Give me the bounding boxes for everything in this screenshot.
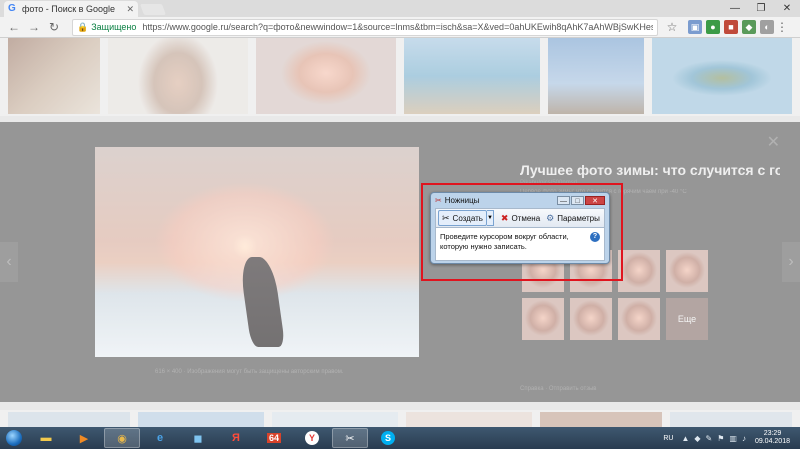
- taskbar-app-button[interactable]: ◼: [180, 428, 216, 448]
- windows-orb-icon: [6, 430, 22, 446]
- start-button[interactable]: [0, 427, 28, 449]
- snip-dim-overlay[interactable]: [0, 38, 800, 427]
- refresh-extension-icon[interactable]: ◐: [760, 20, 774, 34]
- close-window-icon[interactable]: ✕: [774, 0, 800, 16]
- minimize-icon[interactable]: —: [722, 0, 748, 16]
- url-text[interactable]: https://www.google.ru/search?q=фото&neww…: [142, 22, 653, 32]
- language-indicator[interactable]: RU: [663, 435, 673, 442]
- new-tab-button[interactable]: [139, 4, 167, 15]
- green-extension-icon[interactable]: ◆: [742, 20, 756, 34]
- snip-mode-dropdown-icon[interactable]: ▼: [486, 210, 494, 226]
- browser-toolbar: ← → ↻ 🔒 Защищено https://www.google.ru/s…: [0, 17, 800, 38]
- snip-maximize-icon[interactable]: □: [571, 195, 584, 205]
- internet-explorer-icon: e: [156, 432, 164, 444]
- help-icon[interactable]: ?: [590, 232, 600, 242]
- windows-taskbar: ▬ ▶ ◉ e ◼ Я 64 Y ✂ S RU ▲ ◆ ✎ ⚑ ▥ ♪ 23:2…: [0, 427, 800, 449]
- snipping-tool-instructions: Проведите курсором вокруг области, котор…: [435, 228, 605, 261]
- network-icon[interactable]: ▥: [729, 434, 737, 443]
- taskbar-yandex-button[interactable]: Я: [218, 428, 254, 448]
- action-center-flag-icon[interactable]: ⚑: [717, 434, 724, 443]
- taskbar-media-player-button[interactable]: ▶: [66, 428, 102, 448]
- tray-tool-icon[interactable]: ✎: [706, 434, 713, 443]
- chrome-icon: ◉: [117, 432, 127, 445]
- tray-app-icon[interactable]: ◆: [694, 434, 700, 443]
- options-button[interactable]: ⚙ Параметры: [543, 210, 603, 226]
- new-snip-label: Создать: [452, 213, 483, 223]
- menu-icon[interactable]: ⋮: [774, 20, 790, 34]
- cancel-label: Отмена: [511, 213, 541, 223]
- snipping-tool-toolbar: ✂ Создать ▼ ✖ Отмена ⚙ Параметры: [435, 208, 605, 228]
- forward-icon[interactable]: →: [26, 20, 42, 34]
- snipping-tool-window: ✂ Ножницы — □ ✕ ✂ Создать ▼ ✖ Отмена ⚙ П…: [430, 192, 610, 264]
- system-tray: RU ▲ ◆ ✎ ⚑ ▥ ♪ 23:29 09.04.2018: [663, 427, 800, 449]
- snip-close-icon[interactable]: ✕: [585, 195, 605, 205]
- taskbar-yandex-browser-button[interactable]: Y: [294, 428, 330, 448]
- snip-window-controls: — □ ✕: [557, 195, 605, 205]
- tray-expand-icon[interactable]: ▲: [681, 434, 689, 443]
- media-player-icon: ▶: [79, 432, 89, 445]
- options-label: Параметры: [557, 213, 600, 223]
- skype-icon: S: [381, 431, 395, 445]
- new-snip-button[interactable]: ✂ Создать: [438, 210, 487, 226]
- clock-date: 09.04.2018: [754, 438, 790, 445]
- browser-tabstrip: G фото - Поиск в Google ✕ — ❐ ✕: [0, 0, 800, 17]
- taskbar-ie-button[interactable]: e: [142, 428, 178, 448]
- taskbar-chrome-button[interactable]: ◉: [104, 428, 140, 448]
- taskbar-skype-button[interactable]: S: [370, 428, 406, 448]
- counter-app-icon: 64: [266, 433, 281, 443]
- instructions-line: Проведите курсором вокруг области,: [440, 232, 569, 241]
- gear-icon: ⚙: [546, 212, 555, 223]
- evernote-icon[interactable]: ●: [706, 20, 720, 34]
- cancel-button[interactable]: ✖ Отмена: [498, 210, 543, 226]
- new-snip-icon: ✂: [442, 212, 450, 223]
- instructions-line: которую нужно записать.: [440, 242, 527, 251]
- yandex-icon: Я: [232, 432, 240, 444]
- snip-minimize-icon[interactable]: —: [557, 195, 570, 205]
- address-bar[interactable]: 🔒 Защищено https://www.google.ru/search?…: [72, 18, 658, 36]
- system-clock[interactable]: 23:29 09.04.2018: [755, 430, 790, 446]
- scissors-icon: ✂: [345, 432, 355, 445]
- tab-close-icon[interactable]: ✕: [126, 4, 134, 15]
- blue-app-icon: ◼: [193, 432, 203, 445]
- yandex-browser-icon: Y: [305, 431, 319, 445]
- extension-icon[interactable]: ▣: [688, 20, 702, 34]
- pdf-icon[interactable]: ■: [724, 20, 738, 34]
- reload-icon[interactable]: ↻: [46, 20, 62, 34]
- folder-icon: ▬: [40, 432, 52, 444]
- google-favicon-icon: G: [8, 3, 16, 14]
- maximize-icon[interactable]: ❐: [748, 0, 774, 16]
- tab-title: фото - Поиск в Google: [22, 4, 115, 14]
- snipping-tool-title: Ножницы: [444, 195, 480, 205]
- lock-icon: 🔒: [77, 21, 89, 32]
- taskbar-snipping-tool-button[interactable]: ✂: [332, 428, 368, 448]
- browser-tab[interactable]: G фото - Поиск в Google ✕: [4, 1, 138, 17]
- taskbar-counter-button[interactable]: 64: [256, 428, 292, 448]
- window-controls: — ❐ ✕: [722, 0, 800, 16]
- taskbar-explorer-button[interactable]: ▬: [28, 428, 64, 448]
- star-icon[interactable]: ☆: [664, 20, 680, 34]
- clock-time: 23:29: [763, 430, 782, 437]
- scissors-app-icon: ✂: [435, 195, 442, 205]
- back-icon[interactable]: ←: [6, 20, 22, 34]
- secure-label: Защищено: [91, 22, 137, 32]
- volume-icon[interactable]: ♪: [742, 434, 746, 443]
- cancel-icon: ✖: [500, 212, 509, 223]
- snipping-tool-titlebar[interactable]: ✂ Ножницы — □ ✕: [431, 193, 609, 207]
